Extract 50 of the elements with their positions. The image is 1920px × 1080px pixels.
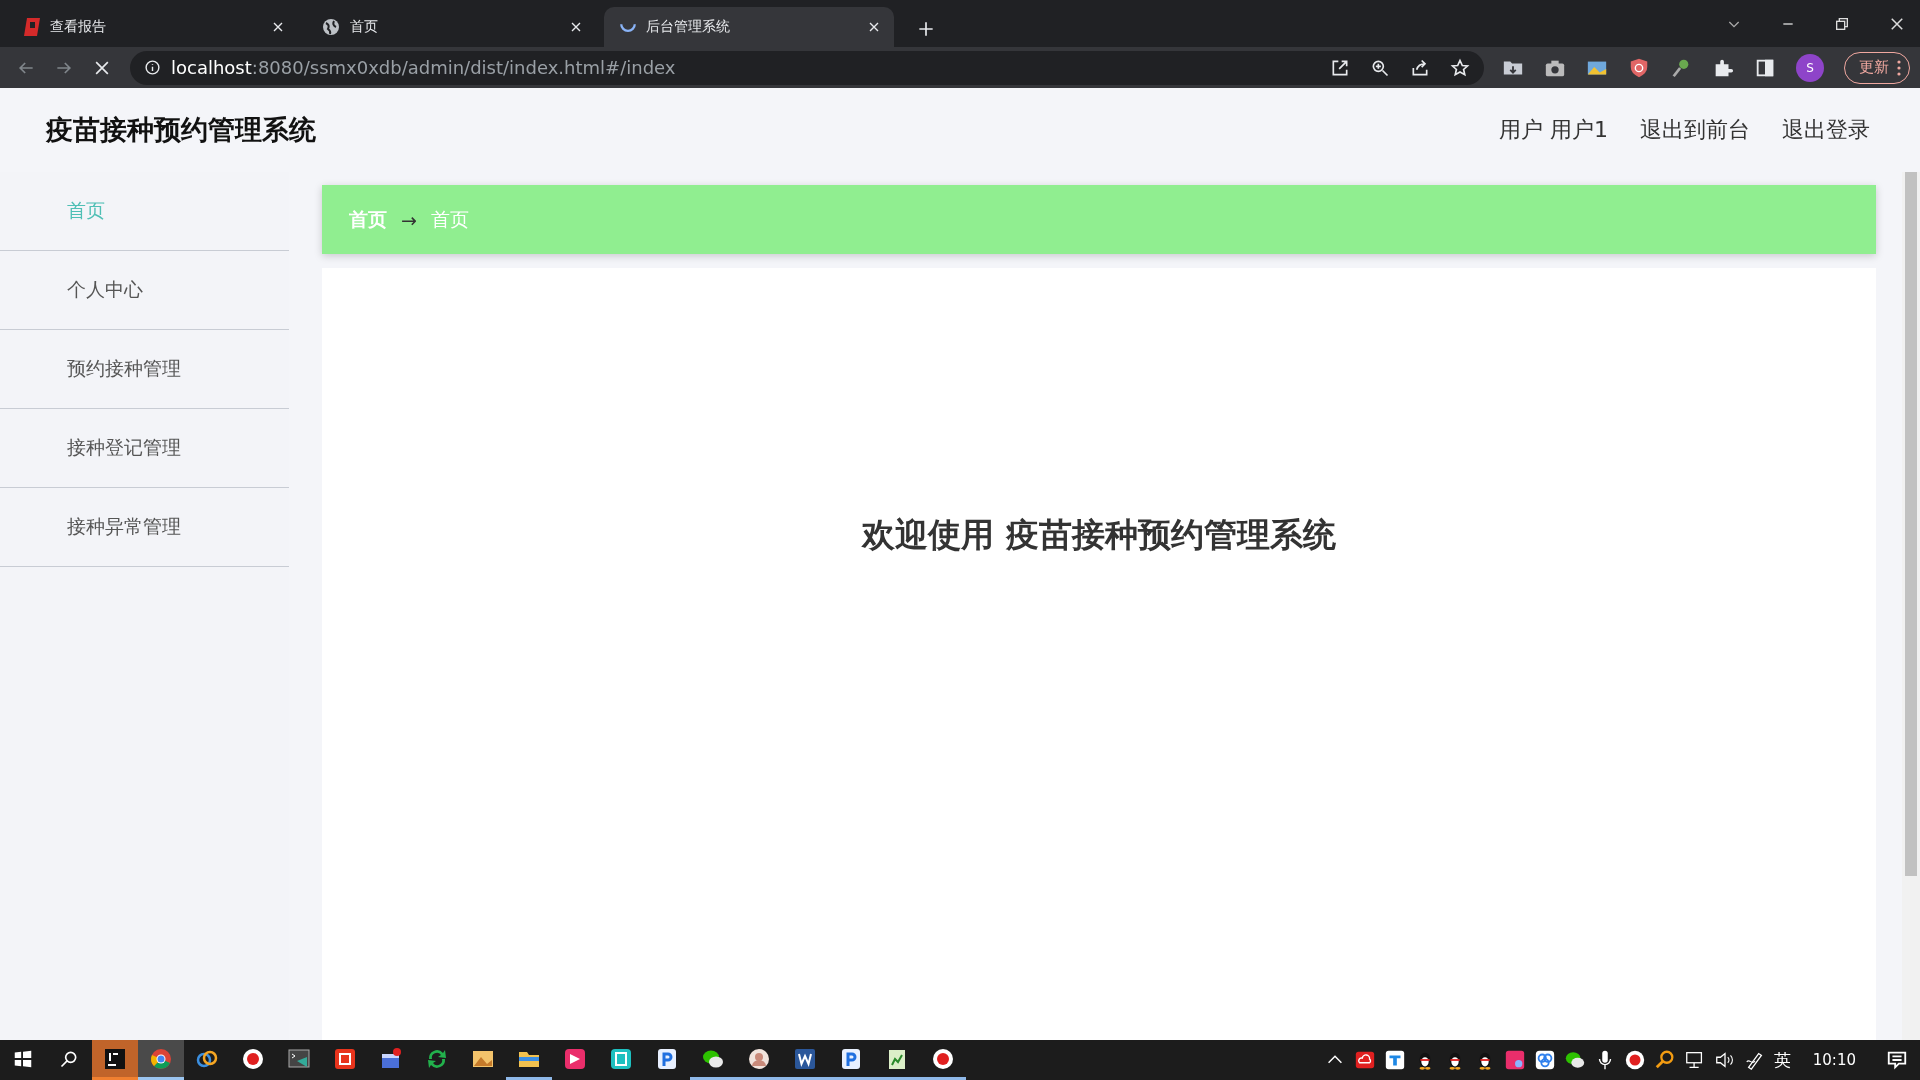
browser-tab[interactable]: 查看报告 [8,7,298,47]
notification-icon[interactable] [1886,1049,1908,1071]
scrollbar-thumb[interactable] [1905,172,1917,876]
info-icon [144,59,161,76]
terminal-icon [287,1046,311,1071]
restore-icon[interactable] [1834,15,1850,32]
square-icon [333,1046,357,1071]
word-icon [793,1046,817,1071]
scrollbar[interactable] [1902,172,1920,1040]
volume-icon[interactable] [1713,1049,1736,1071]
browser-icon [149,1046,173,1071]
browser-tab[interactable]: 后台管理系统 [604,7,894,47]
sidebar-item[interactable]: 接种登记管理 [0,409,289,488]
letter-p-icon [839,1046,863,1071]
app-title: 疫苗接种预约管理系统 [46,113,317,147]
clock[interactable]: 10:10 [1812,1051,1856,1069]
sidebar-item[interactable]: 预约接种管理 [0,330,289,409]
sidebar-item[interactable]: 个人中心 [0,251,289,330]
address-bar[interactable]: localhost:8080/ssmx0xdb/admin/dist/index.html#/index [130,50,1484,85]
window-icon [379,1046,403,1071]
letter-p-icon [655,1046,679,1071]
app-icon[interactable] [1503,1049,1526,1071]
record-icon[interactable] [1623,1049,1646,1071]
search-icon[interactable] [1653,1049,1676,1071]
share-icon[interactable] [1410,57,1430,78]
header-link[interactable]: 用户 用户1 [1499,115,1608,145]
shield-icon[interactable] [1628,56,1650,79]
header-link[interactable]: 退出登录 [1782,115,1870,145]
avatar-icon [747,1046,771,1071]
chat-icon[interactable] [1563,1049,1586,1071]
record-icon [931,1046,955,1071]
app-icon[interactable] [1383,1049,1406,1071]
more-icon [1897,59,1901,76]
document-icon [24,18,40,36]
breadcrumb-separator: → [401,208,417,231]
input-language[interactable]: 英 [1773,1048,1791,1072]
browser-tab[interactable]: 首页 [306,7,596,47]
sidebar-item[interactable]: 接种异常管理 [0,488,289,567]
welcome-heading: 欢迎使用 疫苗接种预约管理系统 [862,514,1336,556]
record-icon [241,1046,265,1071]
play-icon [563,1046,587,1071]
globe-icon [322,18,340,36]
loading-spinner-icon [620,22,636,32]
taskbar-app[interactable] [92,1040,138,1080]
new-tab-icon[interactable] [916,19,936,39]
header-link[interactable]: 退出到前台 [1640,115,1750,145]
profile-avatar[interactable]: S [1796,53,1824,82]
document-icon [609,1046,633,1071]
star-icon[interactable] [1450,57,1470,78]
ide-icon [103,1046,127,1071]
